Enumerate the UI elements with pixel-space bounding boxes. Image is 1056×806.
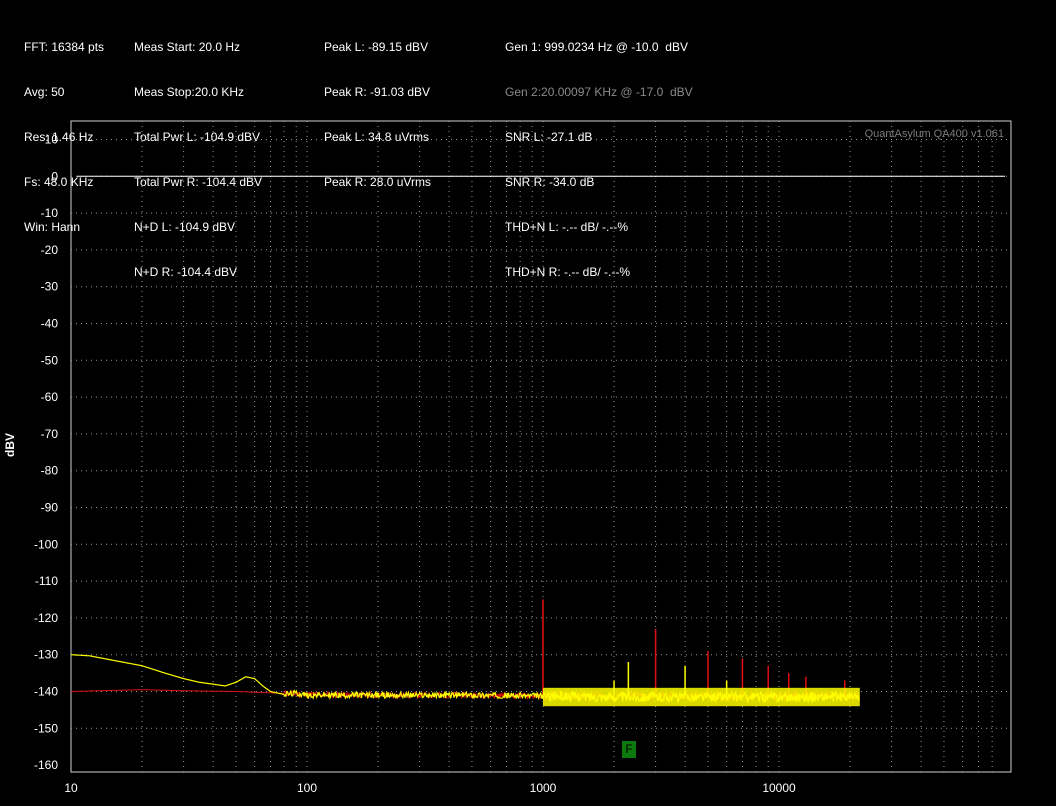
watermark: QuantAsylum QA400 v1.061 [864,128,1004,140]
x-tick-label: 10 [64,781,78,795]
y-tick-label: 0 [51,169,58,183]
y-tick-label: -130 [34,648,58,662]
marker-f[interactable]: F [622,741,636,758]
y-tick-label: -40 [41,317,59,331]
y-tick-label: -30 [41,280,59,294]
y-tick-label: -160 [34,758,58,772]
y-tick-label: 10 [45,133,59,147]
plot-frame [70,120,1012,773]
x-tick-label: 1000 [530,781,557,795]
y-tick-label: -50 [41,353,59,367]
y-axis-label: dBV [3,433,17,457]
y-tick-label: -20 [41,243,59,257]
y-tick-label: -60 [41,390,59,404]
y-tick-label: -100 [34,537,58,551]
y-tick-label: -150 [34,721,58,735]
y-tick-label: -80 [41,464,59,478]
noise-band [543,687,860,707]
x-tick-label: 100 [297,781,317,795]
y-tick-label: -120 [34,611,58,625]
y-tick-label: -110 [35,574,58,588]
x-tick-label: 10000 [762,781,796,795]
y-tick-label: -10 [41,206,59,220]
y-tick-label: -140 [34,685,58,699]
y-tick-label: -90 [41,501,59,515]
y-tick-label: -70 [41,427,59,441]
spectrum-plot[interactable]: 100-10-20-30-40-50-60-70-80-90-100-110-1… [0,0,1056,806]
